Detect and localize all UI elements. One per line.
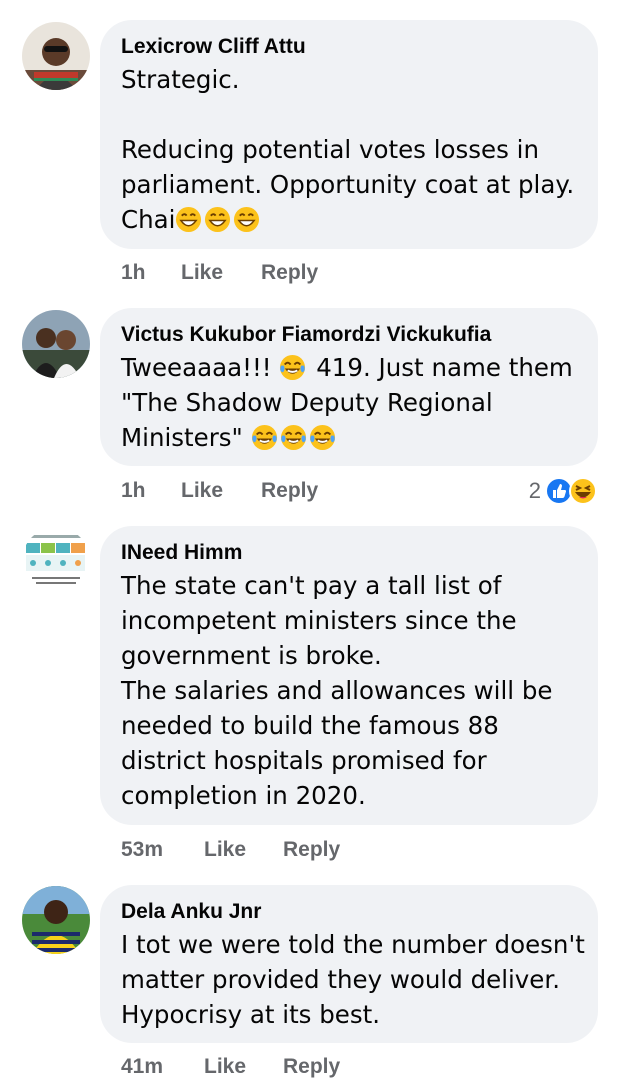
comment-timestamp[interactable]: 1h	[121, 476, 146, 506]
reply-button[interactable]: Reply	[261, 258, 318, 288]
comment-line: government is broke.	[121, 641, 382, 670]
comment-bubble: Lexicrow Cliff Attu Strategic. Reducing …	[100, 20, 598, 249]
reaction-count: 2	[528, 478, 541, 503]
tears-of-joy-emoji	[280, 424, 307, 451]
comment-line: "The Shadow Deputy Regional	[121, 388, 493, 417]
comment-text: I tot we were told the number doesn't ma…	[121, 927, 585, 1032]
reply-button[interactable]: Reply	[261, 476, 318, 506]
comment-timestamp[interactable]: 1h	[121, 258, 146, 288]
comment-bubble: Dela Anku Jnr I tot we were told the num…	[100, 885, 598, 1043]
comment-line: Strategic.	[121, 65, 240, 94]
commenter-avatar[interactable]	[22, 22, 90, 90]
grinning-face-emoji	[233, 206, 260, 233]
commenter-avatar[interactable]	[22, 310, 90, 378]
comment-line-text: Ministers"	[121, 423, 251, 452]
comment-line: parliament. Opportunity coat at play.	[121, 170, 575, 199]
like-button[interactable]: Like	[181, 476, 223, 506]
comment-line: The state can't pay a tall list of	[121, 571, 502, 600]
comment-line: district hospitals promised for	[121, 746, 487, 775]
comment-line-text: Chai	[121, 205, 176, 234]
comment-text: The state can't pay a tall list of incom…	[121, 568, 578, 813]
like-button[interactable]: Like	[181, 258, 223, 288]
comment-author[interactable]: Lexicrow Cliff Attu	[121, 34, 578, 60]
haha-reaction-icon	[569, 477, 597, 505]
comment-author[interactable]: INeed Himm	[121, 540, 578, 566]
comment-timestamp[interactable]: 53m	[121, 835, 163, 865]
reply-button[interactable]: Reply	[283, 835, 340, 865]
reaction-summary[interactable]: 2	[529, 475, 597, 507]
tears-of-joy-emoji	[279, 354, 306, 381]
reply-button[interactable]: Reply	[283, 1052, 340, 1082]
comment-author[interactable]: Dela Anku Jnr	[121, 899, 578, 925]
comment-line: Hypocrisy at its best.	[121, 1000, 381, 1029]
comment-line: completion in 2020.	[121, 781, 366, 810]
comment-text: Strategic. Reducing potential votes loss…	[121, 62, 578, 237]
comment-line-last: Chai	[121, 202, 578, 237]
comment-line: The salaries and allowances will be	[121, 676, 553, 705]
commenter-avatar[interactable]	[22, 527, 90, 595]
comment-line-text: Tweeaaaa!!!	[121, 353, 280, 382]
grinning-face-emoji	[175, 206, 202, 233]
like-button[interactable]: Like	[204, 835, 246, 865]
comment-line-last: Ministers"	[121, 420, 578, 455]
like-button[interactable]: Like	[204, 1052, 246, 1082]
comment-text: Tweeaaaa!!! 419. Just name them "The Sha…	[121, 350, 578, 455]
comment-line: needed to build the famous 88	[121, 711, 499, 740]
comment-timestamp[interactable]: 41m	[121, 1052, 163, 1082]
tears-of-joy-emoji	[251, 424, 278, 451]
comment-bubble: Victus Kukubor Fiamordzi Vickukufia Twee…	[100, 308, 598, 466]
comment-line: Tweeaaaa!!! 419. Just name them	[121, 350, 578, 385]
grinning-face-emoji	[204, 206, 231, 233]
comment-line: Reducing potential votes losses in	[121, 135, 539, 164]
comment-line-text: 419. Just name them	[308, 353, 573, 382]
comment-line: incompetent ministers since the	[121, 606, 517, 635]
comment-bubble: INeed Himm The state can't pay a tall li…	[100, 526, 598, 825]
comment-line: matter provided they would deliver.	[121, 965, 560, 994]
tears-of-joy-emoji	[309, 424, 336, 451]
comment-line: I tot we were told the number doesn't	[121, 930, 585, 959]
comment-author[interactable]: Victus Kukubor Fiamordzi Vickukufia	[121, 322, 578, 348]
commenter-avatar[interactable]	[22, 886, 90, 954]
